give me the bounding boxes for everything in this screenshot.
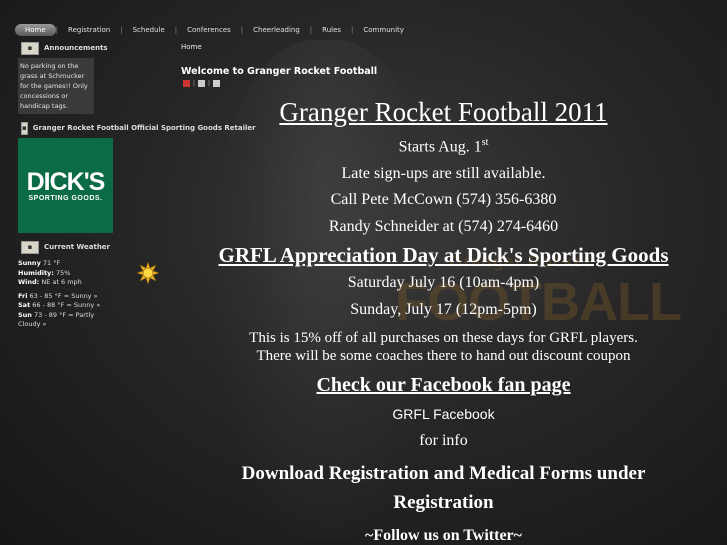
announcements-header: ▪ Announcements [18, 40, 118, 56]
discount-line-1: This is 15% off of all purchases on thes… [249, 330, 638, 347]
module-icon: ▪ [21, 41, 39, 55]
tool-separator: | [208, 80, 211, 87]
module-icon: ▪ [21, 240, 39, 254]
sun-icon [137, 262, 159, 284]
sunday-hours: Sunday, July 17 (12pm-5pm) [350, 300, 537, 318]
contact-pete: Call Pete McCown (574) 356-6380 [330, 191, 557, 209]
appreciation-day-heading: GRFL Appreciation Day at Dick's Sporting… [218, 243, 669, 268]
forecast-text: 66 - 88 °F = Sunny » [32, 301, 101, 309]
nav-registration[interactable]: Registration [58, 26, 120, 34]
start-date: Starts Aug. 1st [180, 130, 707, 161]
weather-temp: 71 °F [42, 259, 61, 267]
page: Granger Rocket FOOTBALL Home | Registrat… [0, 0, 727, 545]
page-title: Welcome to Granger Rocket Football [181, 66, 378, 77]
forecast-day: Fri [18, 291, 28, 300]
retailer-header: ▪ Granger Rocket Football Official Sport… [18, 120, 256, 136]
wind-value: NE at 6 mph [41, 278, 82, 286]
start-date-suffix: st [481, 137, 489, 148]
nav-home[interactable]: Home [15, 24, 56, 36]
nav-community[interactable]: Community [353, 26, 414, 34]
print-icon[interactable] [198, 80, 206, 87]
forms-line-1: Download Registration and Medical Forms … [241, 462, 646, 484]
start-date-text: Starts Aug. 1 [398, 138, 482, 156]
twitter-heading: ~Follow us on Twitter~ [365, 526, 522, 544]
late-signups: Late sign-ups are still available. [341, 164, 546, 182]
tool-separator: | [193, 80, 196, 87]
announcement-text: No parking on the grass at Schmucker for… [18, 58, 94, 114]
weather-title: Current Weather [44, 243, 111, 251]
module-icon: ▪ [21, 121, 28, 135]
forms-notice: Download Registration and Medical Forms … [180, 459, 707, 517]
humidity-value: 75% [55, 268, 71, 277]
facebook-heading: Check our Facebook fan page [316, 374, 571, 397]
article-tools: | | [183, 80, 221, 87]
humidity-label: Humidity: [18, 268, 54, 277]
contact-randy: Randy Schneider at (574) 274-6460 [328, 217, 559, 235]
wind-label: Wind: [18, 278, 40, 286]
weather-header: ▪ Current Weather [18, 239, 118, 255]
discount-line-2: There will be some coaches there to hand… [256, 348, 631, 365]
forecast-item[interactable]: Sat 66 - 88 °F = Sunny » [18, 301, 118, 311]
headline: Granger Rocket Football 2011 [279, 97, 608, 127]
forecast-list: Fri 63 - 85 °F = Sunny » Sat 66 - 88 °F … [18, 292, 118, 330]
dicks-logo-text: DICK'S [26, 168, 106, 196]
facebook-link[interactable]: GRFL Facebook [180, 400, 707, 428]
forecast-item[interactable]: Sun 73 - 89 °F = Partly Cloudy » [18, 311, 118, 330]
nav-conferences[interactable]: Conferences [177, 26, 241, 34]
forecast-item[interactable]: Fri 63 - 85 °F = Sunny » [18, 292, 118, 302]
main-nav: Home | Registration | Schedule | Confere… [15, 22, 715, 38]
announcements-title: Announcements [44, 44, 108, 52]
pdf-icon[interactable] [183, 80, 190, 87]
discount-info: This is 15% off of all purchases on thes… [180, 329, 707, 365]
main-content: Granger Rocket Football 2011 Starts Aug.… [180, 92, 707, 545]
nav-cheerleading[interactable]: Cheerleading [243, 26, 310, 34]
nav-schedule[interactable]: Schedule [123, 26, 175, 34]
email-icon[interactable] [213, 80, 221, 87]
nav-rules[interactable]: Rules [312, 26, 351, 34]
breadcrumb[interactable]: Home [181, 43, 202, 51]
dicks-logo-subtext: SPORTING GOODS. [28, 195, 103, 202]
for-info-text: for info [419, 432, 468, 450]
sidebar: ▪ Announcements No parking on the grass … [18, 40, 256, 330]
forecast-day: Sun [18, 310, 32, 319]
forecast-text: 63 - 85 °F = Sunny » [29, 291, 98, 300]
forms-line-2: Registration [393, 491, 494, 513]
saturday-hours: Saturday July 16 (10am-4pm) [347, 274, 540, 292]
weather-condition: Sunny [18, 259, 41, 267]
dicks-sporting-goods-logo[interactable]: DICK'S SPORTING GOODS. [18, 138, 113, 233]
current-weather: Sunny 71 °F Humidity: 75% Wind: NE at 6 … [18, 259, 118, 330]
forecast-day: Sat [18, 301, 31, 309]
